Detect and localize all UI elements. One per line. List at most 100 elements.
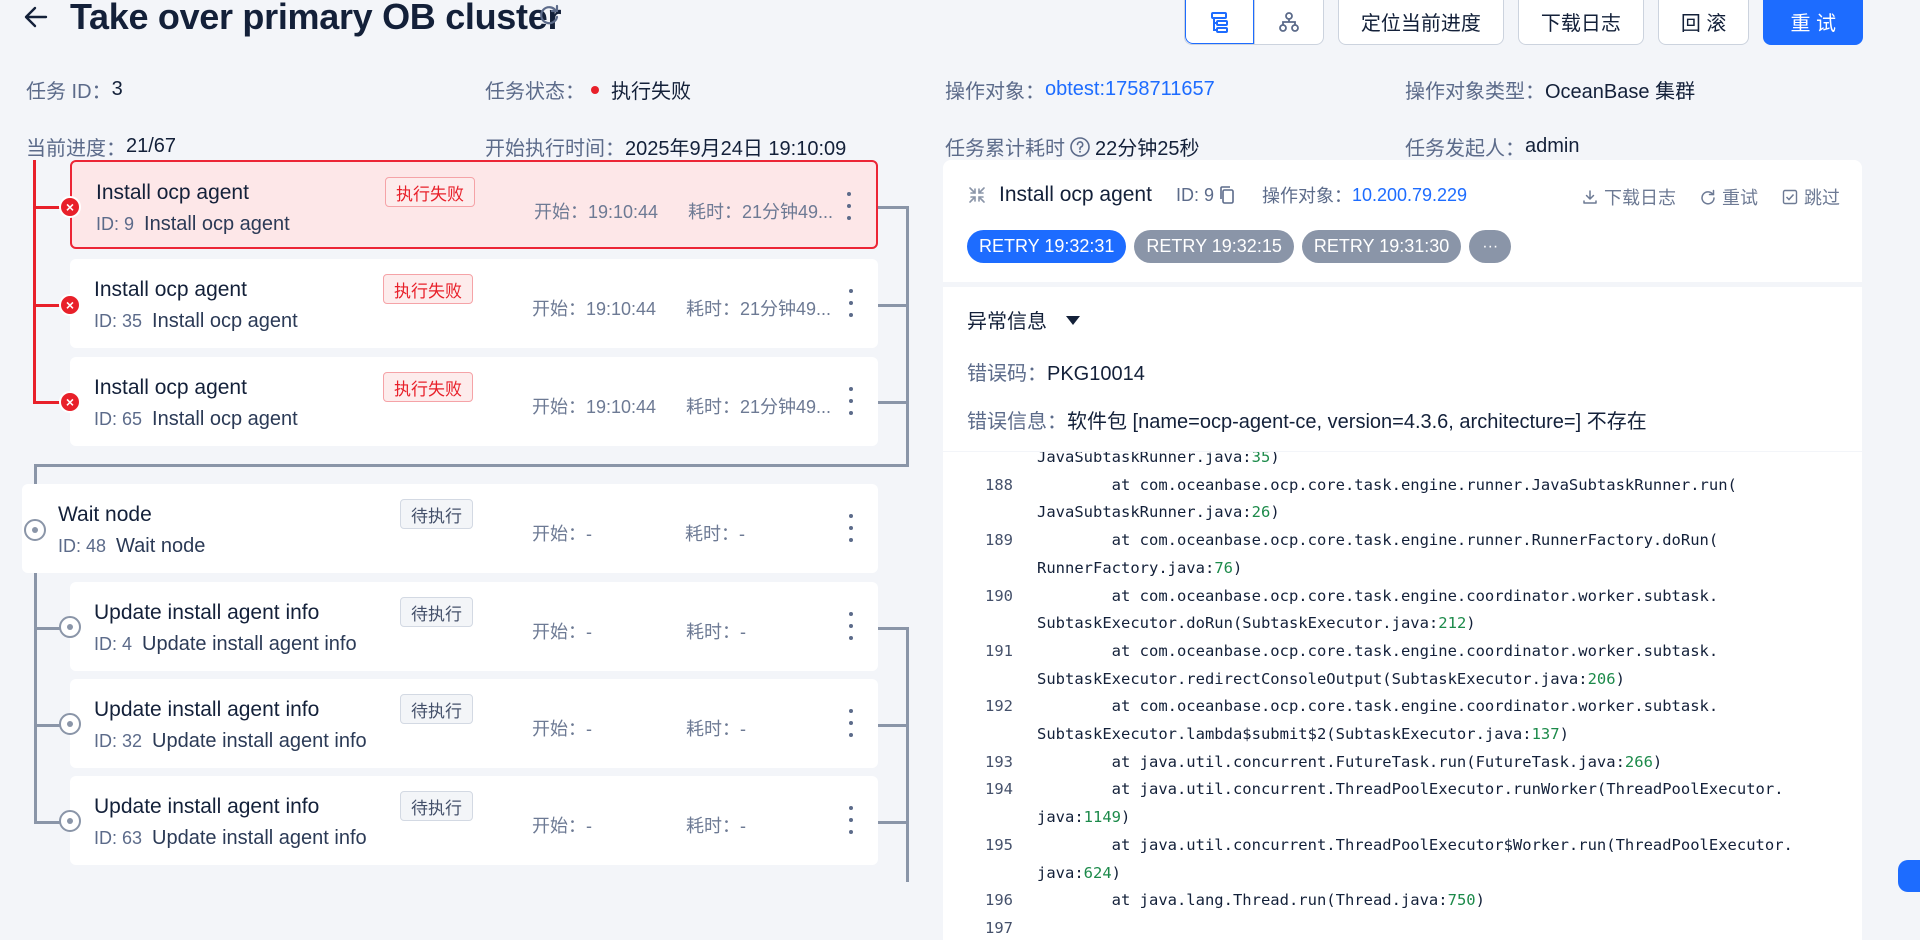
subtask-retry-button[interactable]: 重试 [1700,184,1758,210]
log-line-text: java:624) [1037,863,1122,882]
task-id: ID: 4 [94,634,133,654]
list-view-button[interactable] [1184,0,1254,44]
elapsed-label: 任务累计耗时 [945,138,1065,160]
task-card-pending[interactable]: Update install agent info ID: 63 Update i… [70,776,878,865]
task-subtitle: ID: 65 Install ocp agent [94,408,298,431]
task-start: 开始：19:10:44 [534,202,659,222]
task-start: 开始：- [532,816,592,836]
task-card-pending[interactable]: Wait node ID: 48 Wait node 待执行 开始：- 耗时：- [22,484,878,573]
download-log-button[interactable]: 下载日志 [1517,0,1644,45]
task-id: ID: 65 [94,409,143,429]
task-cost: 耗时：21分钟49... [688,202,834,222]
status-badge: 执行失败 [385,177,475,207]
more-menu-icon[interactable] [846,289,856,317]
subtask-head: Install ocp agent ID: 9 操作对象： 10.200.79.… [967,182,1467,208]
rollback-button[interactable]: 回 滚 [1657,0,1750,45]
log-line-text: RunnerFactory.java:76) [1037,558,1243,577]
task-cost: 耗时：21分钟49... [686,397,832,417]
skip-check-icon [1782,189,1798,205]
back-button[interactable] [20,0,52,34]
more-menu-icon[interactable] [846,514,856,542]
log-line-number [971,555,1037,583]
log-line-number: 196 [985,891,1013,910]
retry-button[interactable]: 重 试 [1763,0,1863,45]
task-card-failed[interactable]: Install ocp agent ID: 65 Install ocp agen… [70,357,878,446]
log-line: JavaSubtaskRunner.java:26) [971,499,1793,527]
task-id: ID: 48 [58,536,107,556]
graph-view-button[interactable] [1253,0,1323,44]
log-line: SubtaskExecutor.redirectConsoleOutput(Su… [971,666,1793,694]
task-subtitle: ID: 63 Update install agent info [94,827,367,850]
help-icon[interactable] [1069,136,1091,158]
task-card-failed[interactable]: Install ocp agent ID: 9 Install ocp agent… [70,160,878,249]
elapsed-info: 任务累计耗时 22分钟25秒 [945,132,1200,161]
retry-tag[interactable]: RETRY 19:31:30 [1301,230,1462,263]
copy-icon[interactable] [1218,185,1236,205]
more-menu-icon[interactable] [846,612,856,640]
log-line-text: at java.util.concurrent.FutureTask.run(F… [1037,752,1663,771]
log-line-number: 188 [985,475,1013,494]
subtask-download-log-button[interactable]: 下载日志 [1582,184,1676,210]
log-line-text: SubtaskExecutor.redirectConsoleOutput(Su… [1037,669,1625,688]
target-link[interactable]: obtest:1758711657 [1045,78,1215,101]
task-status-info: 任务状态： 执行失败 [485,75,691,104]
error-message-value: 软件包 [name=ocp-agent-ce, version=4.3.6, a… [1067,411,1647,433]
subtask-name: Install ocp agent [999,183,1152,206]
retry-tag[interactable]: RETRY 19:32:15 [1134,230,1294,263]
more-menu-icon[interactable] [846,709,856,737]
caret-down-icon [1066,315,1080,325]
locate-progress-button[interactable]: 定位当前进度 [1337,0,1504,45]
subtask-target-link[interactable]: 10.200.79.229 [1352,185,1467,206]
retry-more-button[interactable]: ··· [1469,230,1512,263]
start-time-value: 2025年9月24日 19:10:09 [625,138,847,160]
toolbar: 定位当前进度 下载日志 回 滚 重 试 [1183,0,1863,45]
tree-line [35,464,909,467]
target-type-value: OceanBase 集群 [1545,81,1696,103]
log-line-text: at java.util.concurrent.ThreadPoolExecut… [1037,780,1784,799]
page-title: Take over primary OB cluster [70,0,562,37]
target-info: 操作对象： obtest:1758711657 [945,75,1215,104]
initiator-info: 任务发起人： admin [1405,132,1579,161]
log-line-text: at com.oceanbase.ocp.core.task.engine.co… [1037,697,1719,716]
log-line-number: 194 [985,780,1013,799]
failed-status-icon: × [59,196,81,218]
initiator-label: 任务发起人： [1405,138,1525,160]
target-type-label: 操作对象类型： [1405,81,1545,103]
log-line: 189 at com.oceanbase.ocp.core.task.engin… [971,527,1793,555]
task-card-failed[interactable]: Install ocp agent ID: 35 Install ocp agen… [70,259,878,348]
more-menu-icon[interactable] [846,387,856,415]
more-menu-icon[interactable] [846,806,856,834]
error-message-label: 错误信息： [967,411,1067,433]
log-viewer[interactable]: JavaSubtaskRunner.java:35) 188 at com.oce… [943,452,1862,940]
side-drawer-tab[interactable] [1898,860,1920,892]
task-subtitle: ID: 32 Update install agent info [94,730,367,753]
task-start: 开始：- [532,719,592,739]
view-switch [1183,0,1324,45]
refresh-icon[interactable] [536,2,562,28]
task-title: Install ocp agent [94,278,247,301]
log-line: 190 at com.oceanbase.ocp.core.task.engin… [971,583,1793,611]
task-start: 开始：- [532,524,592,544]
error-info-panel: 异常信息 错误码：PKG10014 错误信息：软件包 [name=ocp-age… [943,287,1862,451]
tree-line [877,724,907,727]
retry-history: RETRY 19:32:31 RETRY 19:32:15 RETRY 19:3… [967,230,1512,263]
error-info-toggle[interactable]: 异常信息 [967,305,1081,334]
log-line-number: 189 [985,531,1013,550]
collapse-icon[interactable] [967,185,987,205]
log-line-text: SubtaskExecutor.lambda$submit$2(SubtaskE… [1037,725,1569,744]
task-card-pending[interactable]: Update install agent info ID: 4 Update in… [70,582,878,671]
log-line-number [971,666,1037,694]
subtask-skip-button[interactable]: 跳过 [1782,184,1840,210]
log-line-text: at com.oceanbase.ocp.core.task.engine.co… [1037,641,1719,660]
log-line-number: 197 [985,918,1013,937]
log-line-number [971,499,1037,527]
more-menu-icon[interactable] [844,192,854,220]
list-tree-icon [1211,11,1229,33]
start-time-info: 开始执行时间： 2025年9月24日 19:10:09 [485,132,846,161]
log-line: 194 at java.util.concurrent.ThreadPoolEx… [971,776,1793,804]
task-card-pending[interactable]: Update install agent info ID: 32 Update i… [70,679,878,768]
task-title: Wait node [58,503,152,526]
error-code-label: 错误码： [967,363,1047,385]
retry-tag[interactable]: RETRY 19:32:31 [967,230,1127,263]
tree-line [877,401,907,404]
